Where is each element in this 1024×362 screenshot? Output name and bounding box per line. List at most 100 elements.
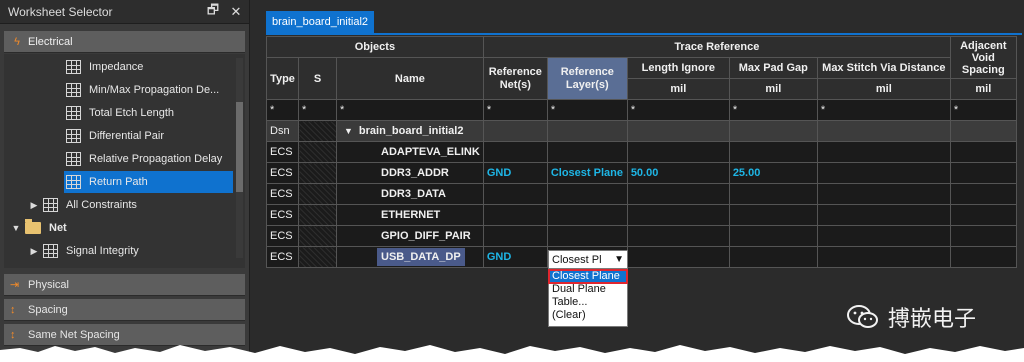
cell-ref-layers[interactable] (546, 225, 628, 247)
cell-max-stitch[interactable] (816, 141, 951, 163)
tab-brain-board-initial2[interactable]: brain_board_initial2 (266, 11, 375, 33)
cell-adjacent-void[interactable] (949, 183, 1017, 205)
cell-name[interactable]: ETHERNET (336, 204, 484, 226)
tree-item-relative-propagation-delay[interactable]: Relative Propagation Delay (4, 148, 233, 170)
table-row[interactable]: ECS GPIO_DIFF_PAIR (266, 225, 1017, 247)
tree-item-signal-integrity[interactable]: ▶ Signal Integrity (4, 240, 233, 262)
cell-max-stitch[interactable] (816, 162, 951, 184)
header-max-pad-gap[interactable]: Max Pad Gap (728, 57, 818, 79)
cell-name[interactable]: ADAPTEVA_ELINK (336, 141, 484, 163)
tree-item-differential-pair[interactable]: Differential Pair (4, 125, 233, 147)
cell-length-ignore[interactable] (626, 225, 730, 247)
cell-max-stitch[interactable] (816, 246, 951, 268)
cell-adjacent-void[interactable] (949, 162, 1017, 184)
cell-name[interactable]: DDR3_DATA (336, 183, 484, 205)
cell-ref-nets[interactable] (482, 204, 548, 226)
option-dual-plane[interactable]: Dual Plane (549, 283, 627, 296)
physical-section-header[interactable]: ⇥ Physical (4, 274, 245, 296)
cell-length-ignore[interactable]: 50.00 (626, 162, 730, 184)
cell-adjacent-void[interactable] (949, 204, 1017, 226)
restore-icon[interactable]: 🗗 (203, 2, 223, 22)
cell-ref-layers[interactable] (546, 120, 628, 142)
cell-max-pad-gap[interactable] (728, 141, 818, 163)
cell-name[interactable]: GPIO_DIFF_PAIR (336, 225, 484, 247)
cell-max-pad-gap[interactable] (728, 225, 818, 247)
cell-ref-nets[interactable] (482, 225, 548, 247)
cell-max-stitch[interactable] (816, 225, 951, 247)
collapse-triangle-icon[interactable]: ▼ (10, 223, 22, 233)
reference-layer-dropdown[interactable]: Closest Pl ▼ (548, 250, 628, 269)
cell-max-pad-gap[interactable] (728, 120, 818, 142)
header-type[interactable]: Type (266, 57, 299, 100)
cell-ref-nets[interactable] (482, 183, 548, 205)
table-row[interactable]: ECS USB_DATA_DP GND (266, 246, 1017, 268)
cell-ref-layers[interactable] (546, 183, 628, 205)
tree-item-all-constraints[interactable]: ▶ All Constraints (4, 194, 233, 216)
cell-length-ignore[interactable] (626, 183, 730, 205)
table-row[interactable]: ECS ADAPTEVA_ELINK (266, 141, 1017, 163)
expand-triangle-icon[interactable]: ▶ (28, 246, 40, 257)
cell-ref-nets[interactable] (482, 120, 548, 142)
cell-ref-layers[interactable]: Closest Plane (546, 162, 628, 184)
header-reference-nets[interactable]: Reference Net(s) (482, 57, 548, 100)
expand-triangle-icon[interactable]: ▶ (28, 200, 40, 211)
tree-scrollbar-thumb[interactable] (236, 102, 243, 192)
filter-max-pad-gap[interactable]: * (728, 99, 818, 121)
cell-length-ignore[interactable] (626, 204, 730, 226)
cell-length-ignore[interactable] (626, 246, 730, 268)
cell-max-stitch[interactable] (816, 183, 951, 205)
cell-max-pad-gap[interactable] (728, 204, 818, 226)
cell-length-ignore[interactable] (626, 141, 730, 163)
cell-name[interactable]: USB_DATA_DP (336, 246, 484, 268)
cell-name[interactable]: DDR3_ADDR (336, 162, 484, 184)
cell-ref-nets[interactable]: GND (482, 162, 548, 184)
filter-max-stitch[interactable]: * (816, 99, 951, 121)
cell-adjacent-void[interactable] (949, 246, 1017, 268)
cell-adjacent-void[interactable] (949, 141, 1017, 163)
collapse-triangle-icon[interactable]: ▼ (344, 126, 353, 136)
dropdown-arrow-icon[interactable]: ▼ (614, 254, 624, 265)
cell-type: Dsn (266, 120, 299, 142)
table-row[interactable]: ECS DDR3_DATA (266, 183, 1017, 205)
cell-max-pad-gap[interactable]: 25.00 (728, 162, 818, 184)
header-s[interactable]: S (298, 57, 337, 100)
cell-adjacent-void[interactable] (949, 225, 1017, 247)
table-row[interactable]: ECS ETHERNET (266, 204, 1017, 226)
cell-length-ignore[interactable] (626, 120, 730, 142)
filter-ref-layers[interactable]: * (546, 99, 628, 121)
option-table[interactable]: Table... (549, 296, 627, 309)
unit-max-pad-gap: mil (728, 78, 818, 100)
filter-s[interactable]: * (298, 99, 337, 121)
tree-item-return-path[interactable]: Return Path (64, 171, 233, 193)
cell-max-stitch[interactable] (816, 204, 951, 226)
cell-adjacent-void[interactable] (949, 120, 1017, 142)
header-reference-layers[interactable]: Reference Layer(s) (546, 57, 628, 100)
header-adjacent-void-spacing[interactable]: Adjacent Void Spacing (949, 36, 1017, 79)
table-row[interactable]: Dsn ▼ brain_board_initial2 (266, 120, 1017, 142)
cell-max-pad-gap[interactable] (728, 246, 818, 268)
electrical-section-header[interactable]: ϟ Electrical (4, 31, 245, 53)
header-max-stitch-via-distance[interactable]: Max Stitch Via Distance (816, 57, 951, 79)
cell-ref-layers[interactable] (546, 141, 628, 163)
filter-type[interactable]: * (266, 99, 299, 121)
header-name[interactable]: Name (336, 57, 484, 100)
grid-icon (43, 198, 58, 212)
tree-item-net[interactable]: ▼ Net (4, 217, 233, 239)
filter-length-ignore[interactable]: * (626, 99, 730, 121)
tree-item-total-etch-length[interactable]: Total Etch Length (4, 102, 233, 124)
cell-ref-layers[interactable] (546, 204, 628, 226)
cell-max-pad-gap[interactable] (728, 183, 818, 205)
header-length-ignore[interactable]: Length Ignore (626, 57, 730, 79)
tree-item-impedance[interactable]: Impedance (4, 56, 233, 78)
tree-item-minmax-propagation[interactable]: Min/Max Propagation De... (4, 79, 233, 101)
filter-ref-nets[interactable]: * (482, 99, 548, 121)
table-row[interactable]: ECS DDR3_ADDR GND Closest Plane 50.00 25… (266, 162, 1017, 184)
cell-max-stitch[interactable] (816, 120, 951, 142)
cell-ref-nets[interactable]: GND (482, 246, 548, 268)
option-closest-plane[interactable]: Closest Plane (548, 269, 628, 284)
filter-adjacent-void[interactable]: * (949, 99, 1017, 121)
filter-name[interactable]: * (336, 99, 484, 121)
close-icon[interactable]: ✕ (226, 2, 246, 22)
cell-name[interactable]: ▼ brain_board_initial2 (336, 120, 484, 142)
cell-ref-nets[interactable] (482, 141, 548, 163)
